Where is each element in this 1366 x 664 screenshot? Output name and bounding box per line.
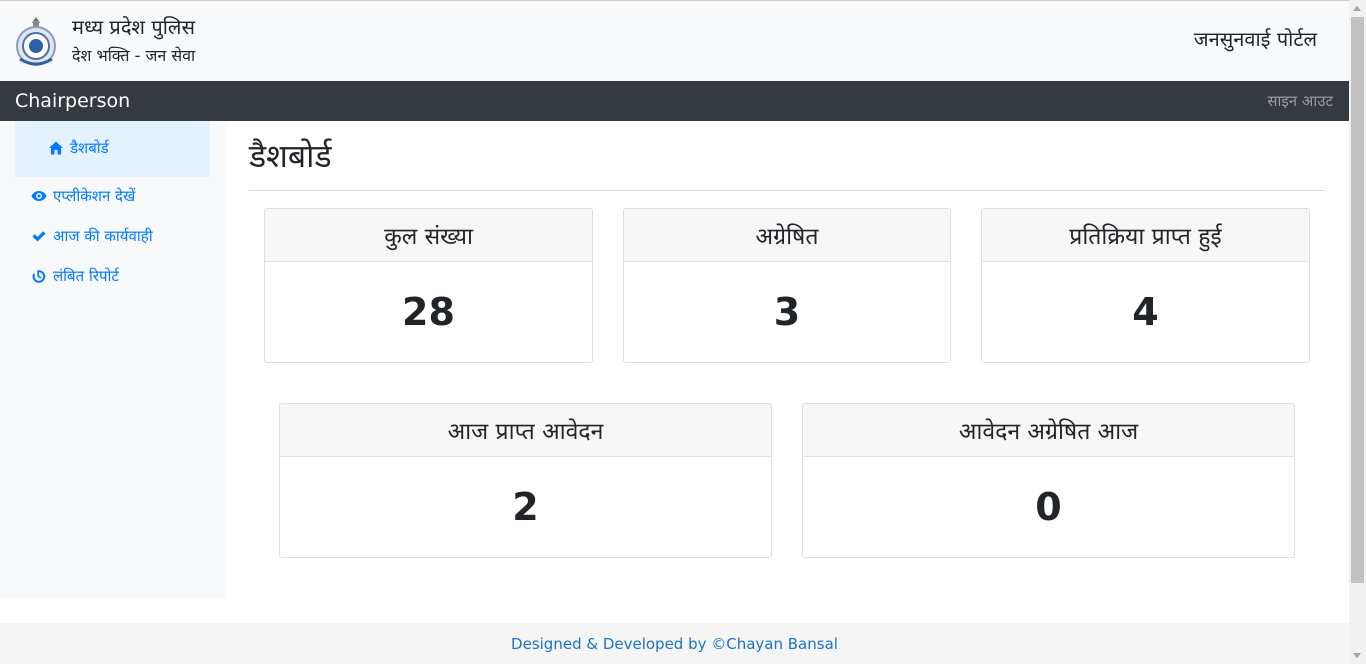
page: मध्य प्रदेश पुलिस देश भक्ति - जन सेवा जन… bbox=[0, 0, 1349, 664]
sidebar-item-pending-reports[interactable]: लंबित रिपोर्ट bbox=[31, 266, 119, 286]
card-header: कुल संख्या bbox=[265, 209, 592, 262]
eye-icon bbox=[31, 191, 47, 201]
timer-icon bbox=[32, 270, 46, 283]
card-header: आज प्राप्त आवेदन bbox=[280, 404, 771, 457]
mp-police-emblem-icon bbox=[16, 17, 56, 66]
sidebar-item-label: डैशबोर्ड bbox=[70, 139, 109, 157]
sidebar-item-label: लंबित रिपोर्ट bbox=[53, 267, 119, 285]
card-header: आवेदन अग्रेषित आज bbox=[803, 404, 1294, 457]
card-header: अग्रेषित bbox=[624, 209, 950, 262]
navbar: Chairperson साइन आउट bbox=[0, 81, 1349, 121]
card-value: 0 bbox=[1035, 485, 1062, 529]
sidebar-item-label: आज की कार्यवाही bbox=[53, 227, 153, 245]
check-icon bbox=[32, 231, 46, 242]
sidebar-item-view-applications[interactable]: एप्लीकेशन देखें bbox=[31, 186, 135, 206]
stat-card-response-received: प्रतिक्रिया प्राप्त हुई 4 bbox=[981, 208, 1310, 363]
card-value: 2 bbox=[512, 485, 539, 529]
scroll-down-arrow-icon[interactable] bbox=[1349, 647, 1366, 664]
scrollbar-thumb[interactable] bbox=[1351, 17, 1364, 583]
sidebar-item-dashboard[interactable]: डैशबोर्ड bbox=[48, 138, 109, 158]
top-header: मध्य प्रदेश पुलिस देश भक्ति - जन सेवा जन… bbox=[0, 0, 1349, 81]
navbar-brand-role[interactable]: Chairperson bbox=[15, 90, 130, 112]
brand-title: मध्य प्रदेश पुलिस bbox=[72, 15, 196, 39]
card-value: 28 bbox=[402, 290, 455, 334]
signout-link[interactable]: साइन आउट bbox=[1267, 91, 1333, 111]
card-value: 3 bbox=[773, 290, 801, 334]
card-header: प्रतिक्रिया प्राप्त हुई bbox=[982, 209, 1309, 262]
home-icon bbox=[49, 141, 63, 155]
sidebar-active-highlight bbox=[15, 121, 210, 177]
scroll-up-arrow-icon[interactable] bbox=[1349, 0, 1366, 17]
stat-card-received-today: आज प्राप्त आवेदन 2 bbox=[279, 403, 772, 558]
stat-card-forwarded-today: आवेदन अग्रेषित आज 0 bbox=[802, 403, 1295, 558]
sidebar-item-label: एप्लीकेशन देखें bbox=[53, 187, 136, 205]
card-value: 4 bbox=[1132, 290, 1159, 334]
vertical-scrollbar[interactable] bbox=[1349, 0, 1366, 664]
sidebar: डैशबोर्ड एप्लीकेशन देखें आज की कार्यवाही… bbox=[0, 121, 225, 598]
page-title: डैशबोर्ड bbox=[249, 137, 332, 175]
sidebar-item-todays-action[interactable]: आज की कार्यवाही bbox=[31, 226, 153, 246]
divider bbox=[249, 190, 1325, 191]
portal-name: जनसुनवाई पोर्टल bbox=[1193, 27, 1317, 51]
stat-card-total: कुल संख्या 28 bbox=[264, 208, 593, 363]
stat-card-forwarded: अग्रेषित 3 bbox=[623, 208, 951, 363]
footer-credit-link[interactable]: Designed & Developed by ©Chayan Bansal bbox=[511, 635, 838, 653]
footer: Designed & Developed by ©Chayan Bansal bbox=[0, 623, 1349, 664]
brand-subtitle: देश भक्ति - जन सेवा bbox=[72, 46, 196, 65]
